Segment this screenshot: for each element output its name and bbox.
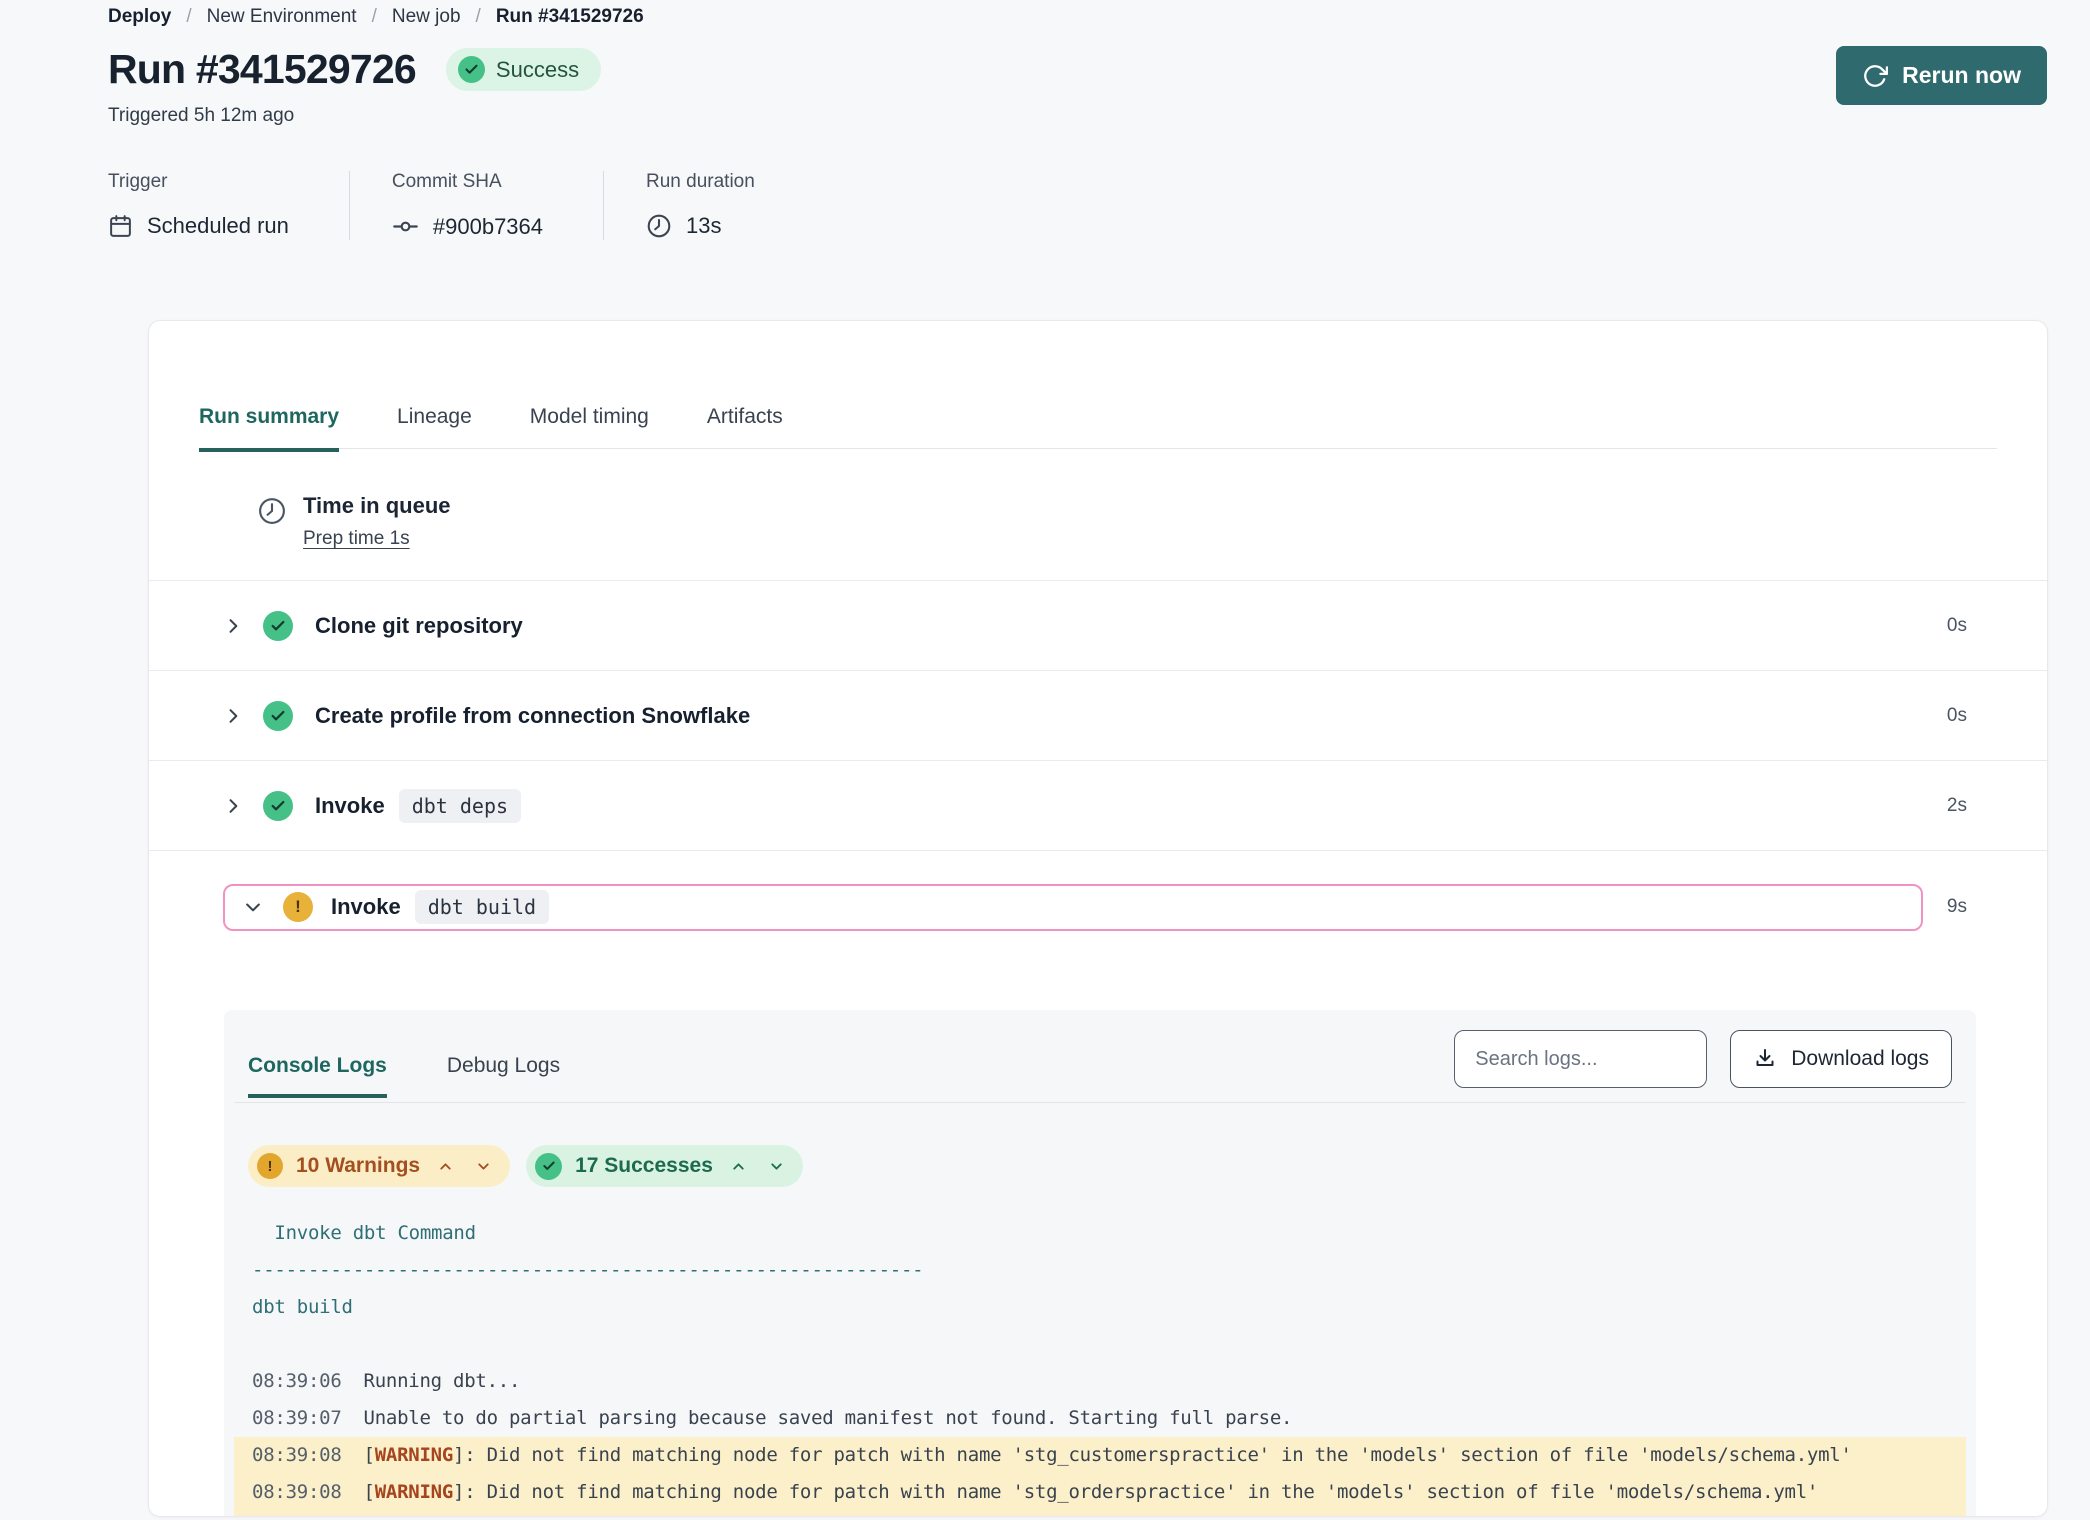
success-check-icon	[263, 611, 293, 641]
prep-time-link[interactable]: Prep time 1s	[303, 528, 410, 550]
step-duration: 2s	[1947, 795, 1967, 817]
warning-icon: !	[283, 892, 313, 922]
log-line-warning: 08:39:08[WARNING]: Did not find matching…	[234, 1437, 1966, 1474]
breadcrumb-separator: /	[372, 6, 377, 28]
successes-count-label: 17 Successes	[575, 1154, 713, 1178]
prev-warning-button chevron-up-icon[interactable]	[433, 1156, 458, 1177]
time-in-queue-title: Time in queue	[303, 493, 451, 519]
expanded-step-header[interactable]: ! Invoke dbt build	[223, 884, 1923, 931]
log-line	[234, 1326, 1966, 1363]
download-icon	[1753, 1047, 1777, 1071]
meta-commit-label: Commit SHA	[392, 171, 543, 193]
time-in-queue-section: Time in queue Prep time 1s	[149, 449, 2047, 580]
clock-icon	[646, 213, 672, 239]
step-name: Clone git repository	[315, 613, 523, 639]
success-check-icon	[263, 791, 293, 821]
run-meta: Trigger Scheduled run Commit SHA #900b73…	[108, 171, 2047, 240]
step-row-invoke-dbt-build: ! Invoke dbt build 9s	[149, 850, 2047, 963]
log-tabs: Console Logs Debug Logs	[248, 1030, 560, 1094]
next-warning-button chevron-down-icon[interactable]	[471, 1156, 496, 1177]
log-line: 08:39:06Running dbt...	[234, 1363, 1966, 1400]
chevron-right-icon[interactable]	[223, 796, 243, 816]
step-command-chip: dbt build	[415, 890, 549, 924]
breadcrumb-item-environment[interactable]: New Environment	[207, 6, 357, 28]
log-line: ----------------------------------------…	[234, 1252, 1966, 1289]
tab-lineage[interactable]: Lineage	[397, 405, 472, 448]
warnings-count-badge: ! 10 Warnings	[248, 1145, 510, 1187]
clock-icon	[257, 493, 287, 580]
breadcrumb-item-job[interactable]: New job	[392, 6, 461, 28]
prev-success-button chevron-up-icon[interactable]	[726, 1156, 751, 1177]
success-check-icon	[458, 56, 485, 83]
page-title: Run #341529726	[108, 46, 416, 93]
search-logs-input[interactable]	[1454, 1030, 1707, 1088]
successes-count-badge: 17 Successes	[526, 1145, 803, 1187]
rerun-now-label: Rerun now	[1902, 62, 2021, 89]
download-logs-label: Download logs	[1791, 1047, 1929, 1071]
tab-console-logs[interactable]: Console Logs	[248, 1054, 387, 1094]
status-badge-label: Success	[496, 57, 579, 83]
log-line-warning: 08:39:08[WARNING]: Did not find matching…	[234, 1474, 1966, 1511]
warnings-count-label: 10 Warnings	[296, 1154, 420, 1178]
step-row-create-profile[interactable]: Create profile from connection Snowflake…	[149, 670, 2047, 760]
tab-artifacts[interactable]: Artifacts	[707, 405, 783, 448]
step-duration: 0s	[1947, 705, 1967, 727]
step-row-invoke-dbt-deps[interactable]: Invoke dbt deps 2s	[149, 760, 2047, 850]
chevron-down-icon[interactable]	[243, 897, 263, 917]
console-logs-panel: Console Logs Debug Logs Download logs ! …	[224, 1010, 1976, 1517]
tab-debug-logs[interactable]: Debug Logs	[447, 1054, 560, 1094]
breadcrumb-item-deploy[interactable]: Deploy	[108, 6, 171, 28]
run-tabs: Run summary Lineage Model timing Artifac…	[199, 321, 1997, 449]
download-logs-button[interactable]: Download logs	[1730, 1030, 1952, 1088]
meta-duration-label: Run duration	[646, 171, 755, 193]
breadcrumb-separator: /	[476, 6, 481, 28]
success-check-icon	[535, 1153, 562, 1180]
meta-run-duration: Run duration 13s	[603, 171, 815, 240]
tab-run-summary[interactable]: Run summary	[199, 405, 339, 448]
refresh-icon	[1862, 63, 1888, 89]
breadcrumb-separator: /	[186, 6, 191, 28]
triggered-timestamp: Triggered 5h 12m ago	[108, 105, 601, 127]
meta-duration-value: 13s	[686, 213, 721, 239]
step-name: Invoke	[315, 793, 385, 819]
next-success-button chevron-down-icon[interactable]	[764, 1156, 789, 1177]
log-line-warning: 08:39:08[WARNING]: Test 'test.admin_matu…	[234, 1511, 1966, 1517]
commit-icon	[392, 213, 419, 240]
breadcrumb-item-run: Run #341529726	[496, 6, 644, 28]
meta-commit-value[interactable]: #900b7364	[433, 214, 543, 240]
page-header: Deploy / New Environment / New job / Run…	[0, 0, 2090, 240]
log-line: 08:39:07Unable to do partial parsing bec…	[234, 1400, 1966, 1437]
log-line: Invoke dbt Command	[234, 1215, 1966, 1252]
run-summary-card: Run summary Lineage Model timing Artifac…	[148, 320, 2048, 1517]
tab-model-timing[interactable]: Model timing	[530, 405, 649, 448]
meta-trigger: Trigger Scheduled run	[108, 171, 349, 240]
meta-trigger-value: Scheduled run	[147, 213, 289, 239]
meta-commit-sha: Commit SHA #900b7364	[349, 171, 603, 240]
step-command-chip: dbt deps	[399, 789, 521, 823]
step-duration: 9s	[1947, 896, 1967, 918]
success-check-icon	[263, 701, 293, 731]
step-name: Invoke	[331, 894, 401, 920]
status-badge: Success	[446, 48, 601, 91]
chevron-right-icon[interactable]	[223, 706, 243, 726]
breadcrumb: Deploy / New Environment / New job / Run…	[108, 6, 2047, 28]
meta-trigger-label: Trigger	[108, 171, 289, 193]
rerun-now-button[interactable]: Rerun now	[1836, 46, 2047, 105]
console-log-output: Invoke dbt Command ---------------------…	[234, 1215, 1966, 1517]
calendar-icon	[108, 214, 133, 239]
step-row-clone-git-repository[interactable]: Clone git repository 0s	[149, 580, 2047, 670]
log-line: dbt build	[234, 1289, 1966, 1326]
step-duration: 0s	[1947, 615, 1967, 637]
warning-icon: !	[257, 1153, 283, 1179]
step-name: Create profile from connection Snowflake	[315, 703, 750, 729]
chevron-right-icon[interactable]	[223, 616, 243, 636]
